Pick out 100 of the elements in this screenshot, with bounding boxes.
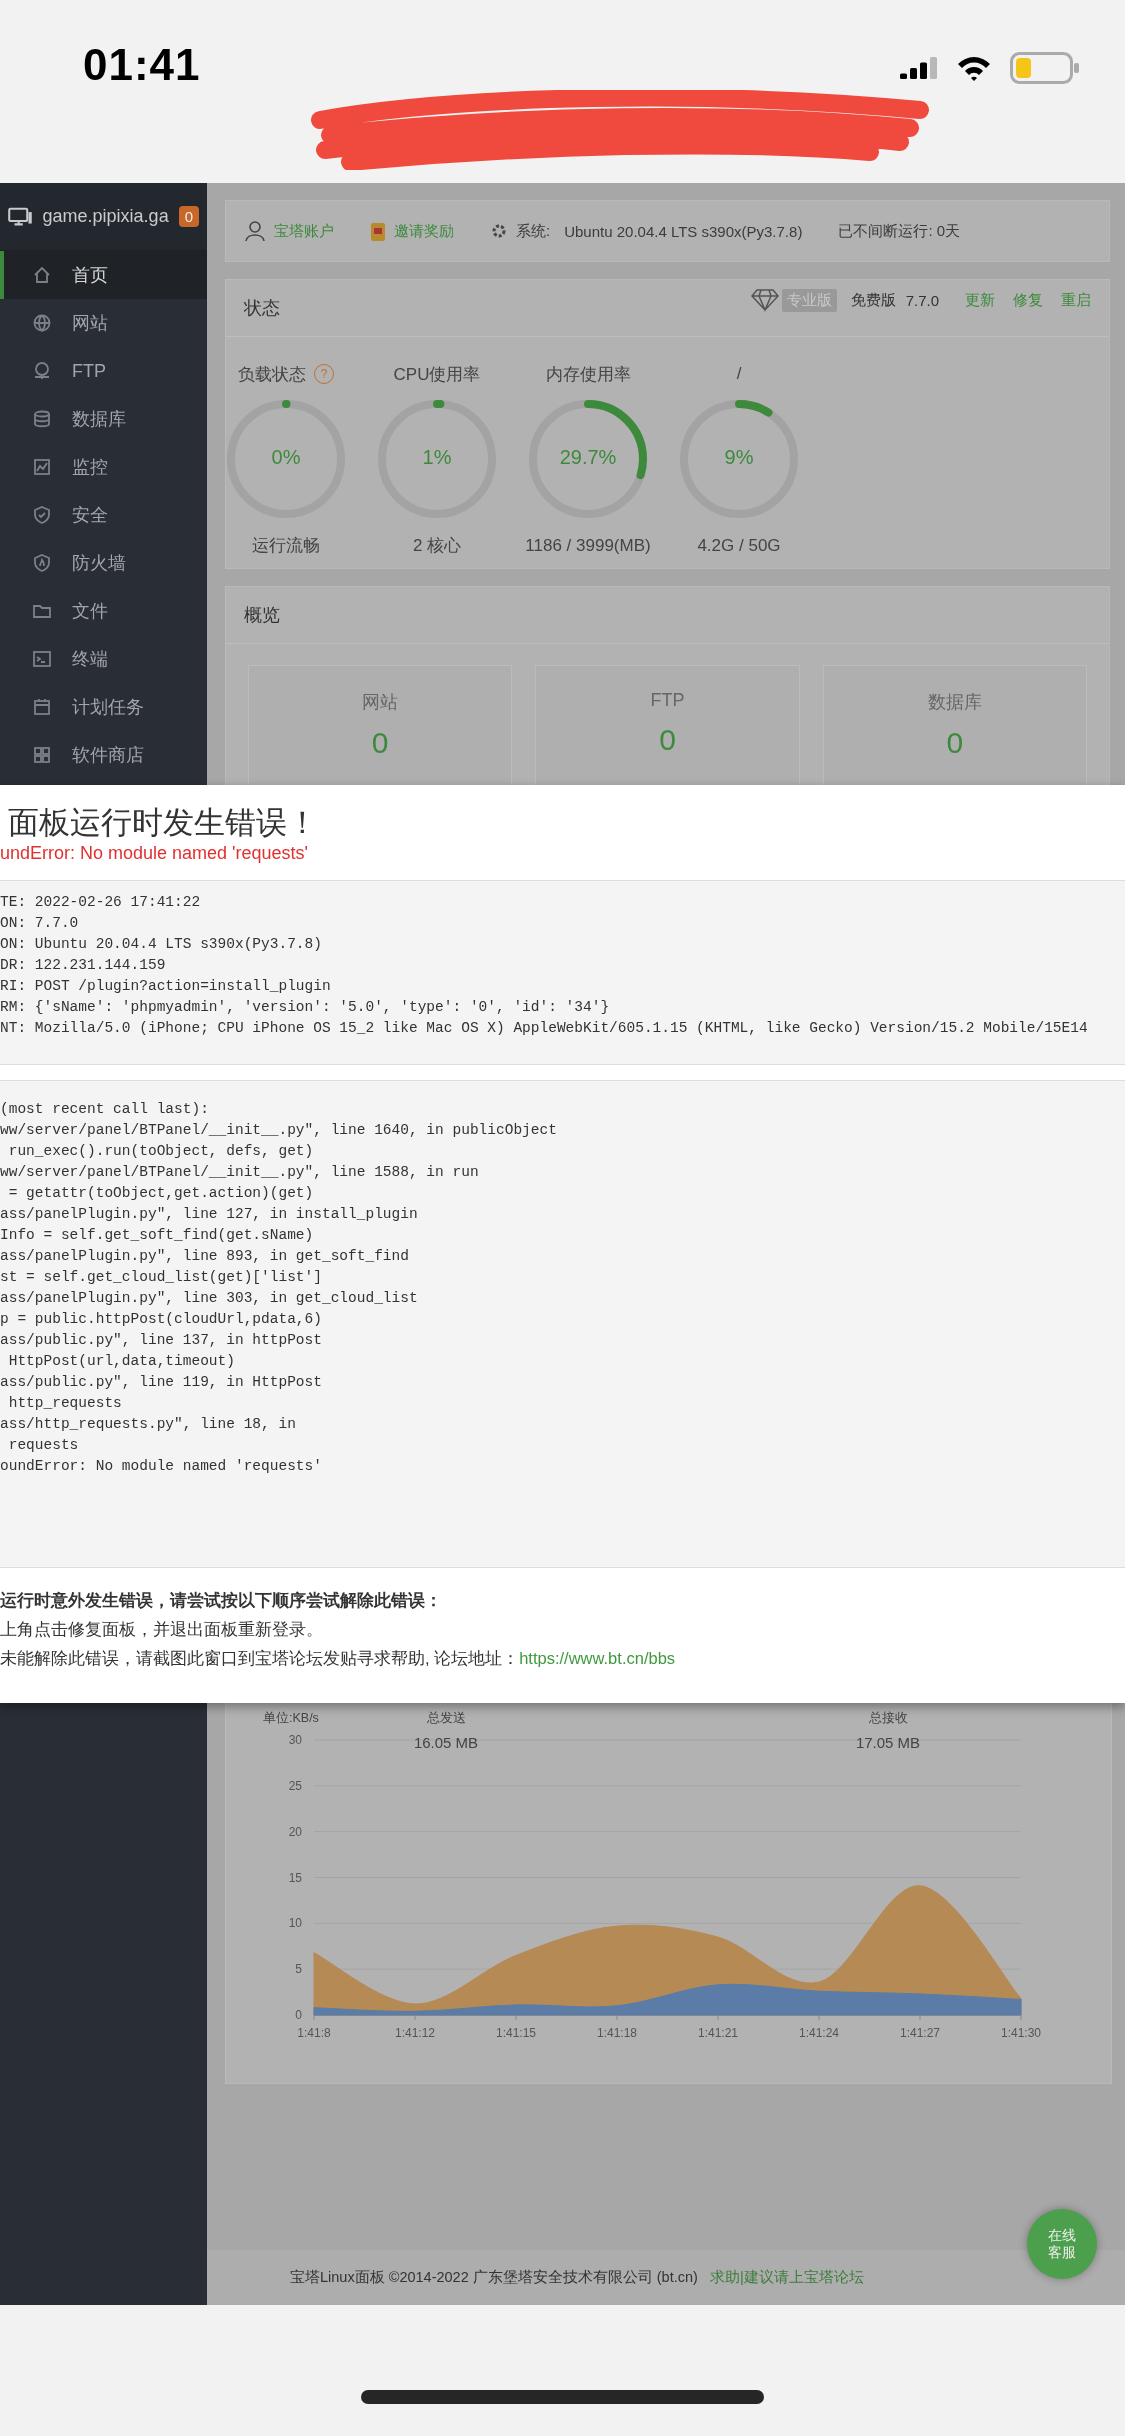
gauge-title: CPU使用率 <box>393 363 481 386</box>
help-step: 未能解除此错误，请截图此窗口到宝塔论坛发贴寻求帮助, 论坛地址： <box>0 1649 520 1667</box>
invite-link[interactable]: 邀请奖励 <box>394 221 454 241</box>
traceback-line: run_exec().run(toObject, defs, get) <box>7 1142 315 1161</box>
terminal-icon <box>32 649 52 669</box>
traceback-line: = getattr(toObject,get.action)(get) <box>7 1184 315 1203</box>
sidebar-item[interactable]: 终端 <box>0 635 207 683</box>
axis-tick-label: 25 <box>288 1778 302 1793</box>
forum-link[interactable]: 求助|建议请上宝塔论坛 <box>709 2268 864 2287</box>
signal-icon <box>900 57 938 79</box>
axis-tick-label: 1:41:8 <box>297 2026 331 2040</box>
home-icon <box>32 265 52 285</box>
traceback-line: ww/server/panel/BTPanel/__init__.py", line 1640, in publicObject <box>0 1121 558 1140</box>
system-info: Ubuntu 20.04.4 LTS s390x(Py3.7.8) <box>564 222 803 240</box>
stat-value: 16.05 MB <box>413 1734 479 1751</box>
traceback-line: p = public.httpPost(cloudUrl,pdata,6) <box>0 1310 323 1329</box>
info-line: ON: 7.7.0 <box>0 914 80 933</box>
unit-label: 单位:KB/s <box>263 1711 319 1725</box>
error-message: undError: No module named 'requests' <box>0 842 310 865</box>
axis-tick-label: 1:41:21 <box>698 2026 738 2040</box>
action-link[interactable]: 更新 <box>965 290 995 310</box>
gauge-value: 0% <box>270 446 302 469</box>
sidebar-item[interactable]: 网站 <box>0 299 207 347</box>
traceback-line: ass/public.py", line 119, in HttpPost <box>0 1373 323 1392</box>
shield-icon <box>32 505 52 525</box>
axis-tick-label: 15 <box>288 1870 302 1885</box>
user-icon <box>244 220 266 242</box>
help-step: 上角点击修复面板，并退出面板重新登录。 <box>0 1615 1125 1644</box>
battery-icon <box>1010 52 1080 84</box>
card-title: 状态 <box>244 297 281 320</box>
network-icon <box>32 361 52 381</box>
action-link[interactable]: 修复 <box>1013 290 1043 310</box>
dialog-title: 面板运行时发生错误！ <box>7 804 319 841</box>
traceback-line: Info = self.get_soft_find(get.sName) <box>0 1226 315 1245</box>
axis-tick-label: 5 <box>295 1962 302 1977</box>
info-line: RM: {'sName': 'phpmyadmin', 'version': '5.0', 'type': '0', 'id': '34'} <box>0 998 611 1017</box>
gauge-caption: 2 核心 <box>411 535 463 557</box>
axis-tick-label: 10 <box>288 1916 302 1931</box>
stat-value: 17.05 MB <box>855 1734 921 1751</box>
info-line: NT: Mozilla/5.0 (iPhone; CPU iPhone OS 15_2 like Mac OS X) AppleWebKit/605.1.15 (KHTML, like Gecko) Version/15.2 Mobile/15E14 <box>0 1019 1089 1038</box>
count-badge: 0 <box>178 206 199 227</box>
copyright-text: 宝塔Linux面板 ©2014-2022 广东堡塔安全技术有限公司 (bt.cn) <box>290 2268 698 2287</box>
calendar-icon <box>32 697 52 717</box>
globe-icon <box>32 313 52 333</box>
gauge-value: 29.7% <box>558 446 618 469</box>
info-line: DR: 122.231.144.159 <box>0 956 167 975</box>
info-line: RI: POST /plugin?action=install_plugin <box>0 977 332 996</box>
traceback-line: http_requests <box>7 1394 123 1413</box>
axis-tick-label: 1:41:18 <box>597 2026 637 2040</box>
traceback-line: oundError: No module named 'requests' <box>0 1457 323 1476</box>
axis-tick-label: 1:41:30 <box>1001 2026 1041 2040</box>
clock-time: 01:41 <box>83 40 201 90</box>
traceback-line: ass/http_requests.py", line 18, in <box>0 1415 297 1434</box>
database-icon <box>32 409 52 429</box>
traceback-line: st = self.get_cloud_list(get)['list'] <box>0 1268 323 1287</box>
chart-icon <box>32 457 52 477</box>
axis-tick-label: 30 <box>288 1733 302 1747</box>
gift-icon <box>370 220 386 242</box>
axis-tick-label: 20 <box>288 1824 302 1839</box>
sidebar-item[interactable]: 文件 <box>0 587 207 635</box>
gauge-value: 9% <box>723 446 755 469</box>
info-line: TE: 2022-02-26 17:41:22 <box>0 893 202 912</box>
gauge-caption: 1186 / 3999(MB) <box>524 535 652 557</box>
wifi-icon <box>956 55 992 81</box>
traceback-line: ww/server/panel/BTPanel/__init__.py", line 1588, in run <box>0 1163 480 1182</box>
sidebar-item[interactable]: 数据库 <box>0 395 207 443</box>
sidebar-item[interactable]: 安全 <box>0 491 207 539</box>
traceback-line: requests <box>7 1436 80 1455</box>
stat-tile[interactable]: FTP 0 <box>535 665 800 785</box>
action-link[interactable]: 重启 <box>1061 290 1091 310</box>
forum-link[interactable]: https://www.bt.cn/bbs <box>519 1649 676 1667</box>
sidebar-item[interactable]: 软件商店 <box>0 731 207 779</box>
gauge-title: 负载状态 <box>238 363 306 386</box>
sidebar-item[interactable]: 监控 <box>0 443 207 491</box>
axis-tick-label: 1:41:27 <box>900 2026 940 2040</box>
stat-tile[interactable]: 网站 0 <box>248 665 513 785</box>
traceback-line: ass/panelPlugin.py", line 893, in get_soft_find <box>0 1247 410 1266</box>
sidebar-item[interactable]: 计划任务 <box>0 683 207 731</box>
sidebar-item[interactable]: FTP <box>0 347 207 395</box>
shield-icon <box>32 553 52 573</box>
gauge-value: 1% <box>421 446 453 469</box>
stat-label: 总发送 <box>426 1711 466 1725</box>
host-name: game.pipixia.ga <box>42 206 169 227</box>
stat-tile[interactable]: 数据库 0 <box>822 665 1087 785</box>
help-heading: 运行时意外发生错误，请尝试按以下顺序尝试解除此错误： <box>0 1590 443 1611</box>
diamond-icon <box>749 288 780 312</box>
axis-tick-label: 0 <box>295 2008 302 2022</box>
gauge-caption: 4.2G / 50G <box>696 535 782 557</box>
traceback-line: (most recent call last): <box>0 1100 210 1119</box>
traceback-line: ass/public.py", line 137, in httpPost <box>0 1331 323 1350</box>
axis-tick-label: 1:41:15 <box>496 2026 536 2040</box>
gauge-title: 内存使用率 <box>545 363 631 386</box>
account-link[interactable]: 宝塔账户 <box>274 221 334 241</box>
sidebar-item[interactable]: 防火墙 <box>0 539 207 587</box>
axis-tick-label: 1:41:12 <box>395 2026 435 2040</box>
info-line: ON: Ubuntu 20.04.4 LTS s390x(Py3.7.8) <box>0 935 323 954</box>
version-text: 7.7.0 <box>905 291 939 309</box>
gauge-caption: 运行流畅 <box>251 535 321 557</box>
sidebar-item[interactable]: 首页 <box>0 251 207 299</box>
system-label: 系统: <box>516 221 551 241</box>
